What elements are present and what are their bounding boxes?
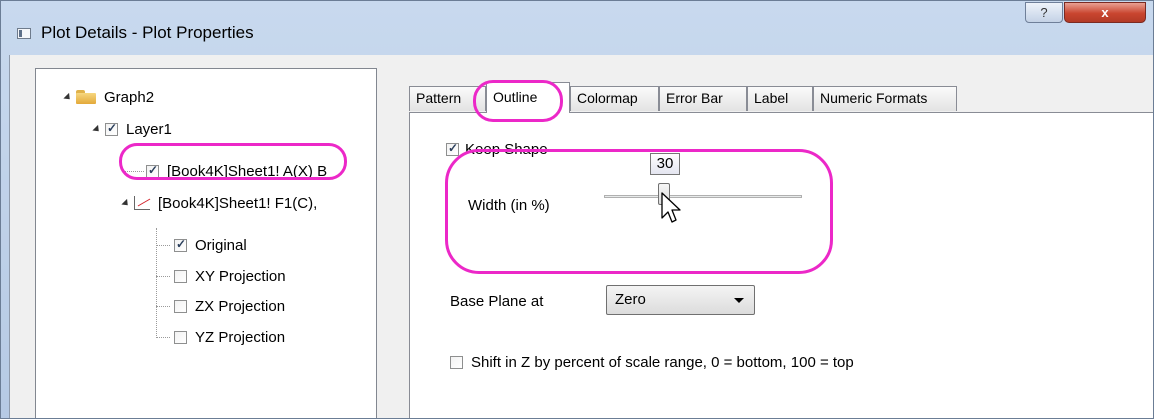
zx-projection-checkbox[interactable] [174, 299, 187, 313]
keep-shape-checkbox[interactable] [446, 141, 459, 156]
width-label: Width (in %) [468, 197, 550, 214]
xy-projection-checkbox[interactable] [174, 269, 187, 283]
chevron-down-icon [734, 298, 744, 303]
line-plot-icon [134, 196, 150, 210]
tree-node-plot-xyz[interactable]: [Book4K]Sheet1! A(X) B [146, 160, 327, 182]
shift-row[interactable]: Shift in Z by percent of scale range, 0 … [450, 354, 854, 371]
tree-connector [122, 171, 144, 172]
shift-checkbox[interactable] [450, 356, 463, 369]
tab-label[interactable]: Label [747, 86, 813, 111]
properties-area: Pattern Outline Colormap Error Bar Label… [390, 55, 1153, 418]
keep-shape-row[interactable]: Keep Shape [446, 141, 548, 158]
original-checkbox[interactable] [174, 237, 187, 252]
tree-connector [156, 276, 170, 277]
tab-outline[interactable]: Outline [486, 82, 570, 113]
tree-node-label: Layer1 [126, 120, 172, 138]
close-button[interactable]: x [1064, 2, 1146, 23]
window-icon [17, 28, 31, 39]
tree-node-zx-projection[interactable]: ZX Projection [174, 295, 285, 317]
dialog-body: Graph2 Layer1 [Book4K]Sheet1! A(X) B [Bo… [9, 55, 1153, 418]
tab-numeric-formats[interactable]: Numeric Formats [813, 86, 957, 111]
tree-node-yz-projection[interactable]: YZ Projection [174, 326, 285, 348]
tree-connector [156, 337, 170, 338]
tab-pattern[interactable]: Pattern [409, 86, 486, 111]
tree-node-label: Graph2 [104, 88, 155, 106]
window-title: Plot Details - Plot Properties [41, 23, 254, 42]
tree-node-label: Original [195, 236, 247, 254]
expand-arrow-icon[interactable] [121, 198, 131, 208]
outline-tab-page: Keep Shape Width (in %) 30 Base Plane at… [409, 112, 1153, 418]
base-plane-dropdown[interactable]: Zero [606, 285, 755, 315]
tree-node-graph[interactable]: Graph2 [63, 86, 155, 108]
tab-colormap[interactable]: Colormap [570, 86, 659, 111]
tree-node-original[interactable]: Original [174, 234, 247, 256]
title-bar: Plot Details - Plot Properties ? x [1, 1, 1153, 55]
tab-error-bar[interactable]: Error Bar [659, 86, 747, 111]
expand-arrow-icon[interactable] [92, 124, 102, 134]
tree-node-label: XY Projection [195, 267, 286, 285]
plot-tree[interactable]: Graph2 Layer1 [Book4K]Sheet1! A(X) B [Bo… [35, 68, 377, 418]
width-slider-track[interactable] [604, 195, 802, 198]
expand-arrow-icon[interactable] [63, 92, 73, 102]
shift-label: Shift in Z by percent of scale range, 0 … [471, 354, 854, 371]
tree-connector [156, 245, 170, 246]
dialog-window: Plot Details - Plot Properties ? x Graph… [0, 0, 1154, 419]
tree-node-label: [Book4K]Sheet1! F1(C), [158, 194, 318, 212]
tree-connector [156, 306, 170, 307]
layer-checkbox[interactable] [105, 121, 118, 136]
width-value-tooltip: 30 [650, 153, 680, 175]
tree-node-layer[interactable]: Layer1 [92, 118, 172, 140]
plot-checkbox[interactable] [146, 163, 159, 178]
tree-node-label: ZX Projection [195, 297, 286, 315]
base-plane-label: Base Plane at [450, 293, 544, 310]
tree-node-plot-matrix[interactable]: [Book4K]Sheet1! F1(C), [121, 192, 318, 214]
keep-shape-label: Keep Shape [465, 141, 548, 158]
help-button[interactable]: ? [1025, 2, 1063, 23]
yz-projection-checkbox[interactable] [174, 330, 187, 344]
tree-node-xy-projection[interactable]: XY Projection [174, 265, 286, 287]
folder-icon [76, 90, 96, 104]
mouse-cursor-icon [661, 192, 681, 223]
tree-node-label: YZ Projection [195, 328, 286, 346]
tree-node-label: [Book4K]Sheet1! A(X) B [167, 162, 328, 180]
base-plane-value: Zero [615, 291, 646, 308]
